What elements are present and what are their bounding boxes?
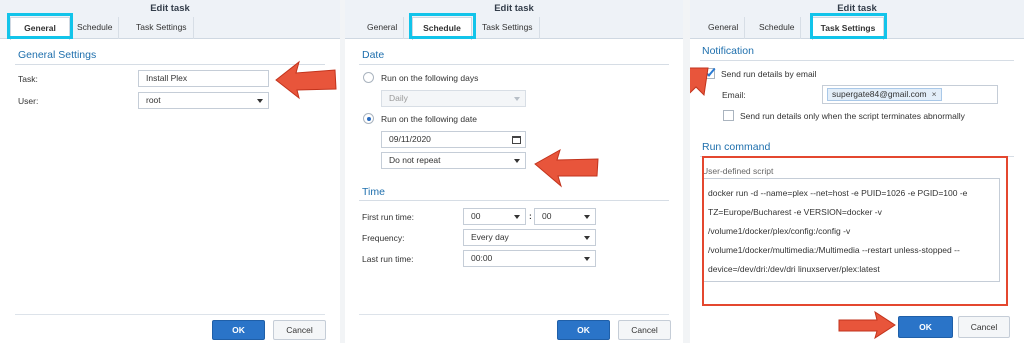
frequency-value: Every day [471,232,509,242]
frequency-select[interactable]: Every day [463,229,596,246]
tab-bar: General Schedule Task Settings [690,17,1024,40]
chevron-down-icon [584,236,590,240]
panel-gap [683,0,690,343]
chevron-down-icon [257,99,263,103]
run-date-radio[interactable] [363,113,374,124]
user-label: User: [18,96,39,106]
first-run-minute-value: 00 [542,211,552,221]
email-chip-text: supergate84@gmail.com [832,89,927,99]
chevron-down-icon [514,159,520,163]
tab-general[interactable]: General [702,17,746,39]
date-input[interactable]: 09/11/2020 [381,131,526,148]
edit-task-schedule-panel: Edit task General Schedule Task Settings… [345,0,683,343]
last-run-select[interactable]: 00:00 [463,250,596,267]
first-run-hour-select[interactable]: 00 [463,208,526,225]
tab-schedule[interactable]: Schedule [71,17,120,39]
run-days-radio[interactable] [363,72,374,83]
date-value: 09/11/2020 [389,134,431,144]
chevron-down-icon [584,257,590,261]
ok-button[interactable]: OK [898,316,953,338]
run-date-label: Run on the following date [381,114,477,124]
section-divider [359,64,669,65]
footer-divider [359,314,669,315]
first-run-label: First run time: [362,212,414,222]
ok-button[interactable]: OK [212,320,265,340]
section-general-settings: General Settings [18,49,97,61]
section-date: Date [362,49,385,61]
tab-task-settings[interactable]: Task Settings [476,17,540,39]
section-time: Time [362,186,385,198]
footer-divider [15,314,325,315]
tab-general[interactable]: General [10,17,70,40]
days-value: Daily [389,93,408,103]
window-title: Edit task [0,0,340,17]
window-title: Edit task [690,0,1024,17]
run-days-label: Run on the following days [381,73,479,83]
first-run-hour-value: 00 [471,211,481,221]
task-label: Task: [18,74,38,84]
window-title: Edit task [345,0,683,17]
task-name-value: Install Plex [146,73,188,83]
check-icon [704,65,716,77]
last-run-label: Last run time: [362,254,414,264]
tab-task-settings[interactable]: Task Settings [130,17,194,39]
section-notification: Notification [702,45,754,57]
chevron-down-icon [584,215,590,219]
tab-bar: General Schedule Task Settings [0,17,340,40]
script-label: User-defined script [702,166,774,176]
chevron-down-icon [514,215,520,219]
close-icon[interactable]: × [932,89,937,99]
tab-schedule[interactable]: Schedule [412,17,472,40]
days-select[interactable]: Daily [381,90,526,107]
user-value: root [146,95,161,105]
section-divider [700,60,1014,61]
first-run-minute-select[interactable]: 00 [534,208,596,225]
chevron-down-icon [514,97,520,101]
send-details-checkbox[interactable] [704,65,716,79]
tab-general[interactable]: General [361,17,405,39]
repeat-value: Do not repeat [389,155,441,165]
annotation-arrow-icon [838,310,896,340]
tab-task-settings[interactable]: Task Settings [812,17,884,40]
section-divider [700,156,1014,157]
calendar-icon[interactable] [512,136,521,144]
cancel-button[interactable]: Cancel [618,320,671,340]
email-chip[interactable]: supergate84@gmail.com × [827,88,942,101]
task-name-input[interactable]: Install Plex [138,70,269,87]
send-details-label: Send run details by email [721,69,817,79]
repeat-select[interactable]: Do not repeat [381,152,526,169]
edit-task-settings-panel: Edit task General Schedule Task Settings… [690,0,1024,343]
section-run-command: Run command [702,141,771,153]
user-select[interactable]: root [138,92,269,109]
edit-task-general-panel: Edit task General Schedule Task Settings… [0,0,340,343]
tab-bar: General Schedule Task Settings [345,17,683,40]
annotation-arrow-icon [534,148,599,188]
script-textarea[interactable]: docker run -d --name=plex --net=host -e … [702,178,1000,282]
tab-schedule[interactable]: Schedule [753,17,802,39]
section-divider [359,200,669,201]
cancel-button[interactable]: Cancel [958,316,1010,338]
time-separator: : [529,211,532,221]
abnormal-only-checkbox[interactable] [723,110,734,121]
ok-button[interactable]: OK [557,320,610,340]
last-run-value: 00:00 [471,253,493,263]
email-label: Email: [722,90,746,100]
frequency-label: Frequency: [362,233,405,243]
abnormal-only-label: Send run details only when the script te… [740,111,965,121]
cancel-button[interactable]: Cancel [273,320,326,340]
section-divider [15,64,325,65]
